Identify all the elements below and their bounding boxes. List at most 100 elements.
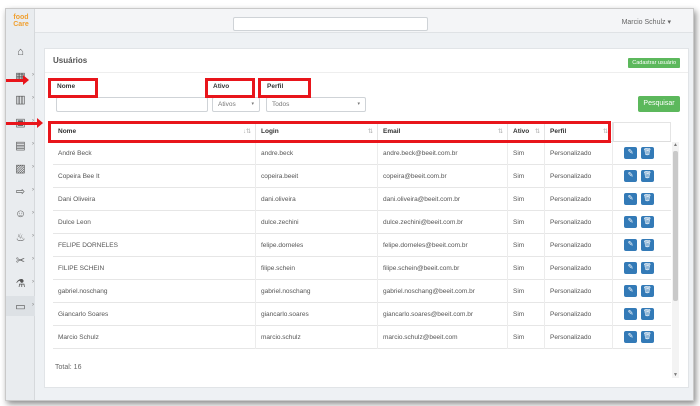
cell-active: Sim	[508, 234, 545, 257]
chevron-right-icon: ›	[32, 279, 34, 285]
sidebar-item-grid[interactable]: ▦ ›	[6, 66, 35, 86]
name-filter-input[interactable]	[56, 97, 208, 112]
users-table: Nome ↓⇅ Login ⇅ Email ⇅ Ativo ⇅ Perfil ⇅ Andr…	[53, 122, 681, 378]
cell-name: FILIPE SCHEIN	[53, 257, 256, 280]
scrollbar-thumb[interactable]	[673, 151, 678, 301]
cell-login: copeira.beeit	[256, 165, 378, 188]
annotation-arrow-filters	[6, 75, 29, 85]
sidebar-item-users[interactable]: ▭ ›	[6, 296, 35, 316]
table-row: Dani Oliveira dani.oliveira dani.oliveira@…	[53, 188, 671, 211]
edit-button[interactable]: ✎	[624, 239, 637, 251]
cell-active: Sim	[508, 165, 545, 188]
delete-button[interactable]: 🗑	[641, 239, 654, 251]
app-window: food Care ⌂ ▦› ▥› ▣› ▤› ▨› ⇨› ☺› ♨› ✂› ⚗…	[5, 8, 694, 401]
cell-profile: Personalizado	[545, 142, 613, 165]
table-row: André Beck andre.beck andre.beck@beeit.com…	[53, 142, 671, 165]
user-menu[interactable]: Marcio Schulz ▾	[622, 18, 671, 26]
edit-button[interactable]: ✎	[624, 331, 637, 343]
scroll-down-icon[interactable]: ▼	[673, 372, 678, 378]
cell-name: gabriel.noschang	[53, 280, 256, 303]
annotation-box-active	[205, 78, 255, 98]
sidebar-item-chart[interactable]: ▨ ›	[6, 158, 35, 178]
global-search-input[interactable]	[233, 17, 428, 31]
edit-button[interactable]: ✎	[624, 216, 637, 228]
scroll-up-icon[interactable]: ▲	[673, 142, 678, 148]
chevron-right-icon: ›	[32, 302, 34, 308]
active-filter-select[interactable]: Ativos ▾	[212, 97, 260, 112]
sidebar-item-pot[interactable]: ♨ ›	[6, 227, 35, 247]
clipboard-icon: ▤	[15, 139, 26, 152]
cell-login: dani.oliveira	[256, 188, 378, 211]
cell-profile: Personalizado	[545, 234, 613, 257]
caret-down-icon: ▾	[251, 101, 254, 107]
delete-button[interactable]: 🗑	[641, 193, 654, 205]
profile-filter-value: Todos	[272, 101, 290, 108]
cell-active: Sim	[508, 257, 545, 280]
flask-icon: ⚗	[15, 277, 26, 290]
sidebar-item-tools[interactable]: ✂ ›	[6, 250, 35, 270]
cell-active: Sim	[508, 326, 545, 349]
edit-button[interactable]: ✎	[624, 193, 637, 205]
cell-login: andre.beck	[256, 142, 378, 165]
cell-email: andre.beck@beeit.com.br	[378, 142, 508, 165]
edit-button[interactable]: ✎	[624, 147, 637, 159]
sidebar-item-export[interactable]: ⇨ ›	[6, 181, 35, 201]
delete-button[interactable]: 🗑	[641, 216, 654, 228]
sidebar-item-home[interactable]: ⌂	[6, 42, 35, 62]
cell-email: gabriel.noschang@beeit.com.br	[378, 280, 508, 303]
cell-profile: Personalizado	[545, 326, 613, 349]
annotation-arrow-table	[6, 118, 43, 128]
table-row: Marcio Schulz marcio.schulz marcio.schulz@…	[53, 326, 671, 349]
cell-profile: Personalizado	[545, 280, 613, 303]
cell-email: marcio.schulz@beeit.com	[378, 326, 508, 349]
sidebar-item-people[interactable]: ☺ ›	[6, 204, 35, 224]
delete-button[interactable]: 🗑	[641, 285, 654, 297]
cell-profile: Personalizado	[545, 188, 613, 211]
add-user-button[interactable]: Cadastrar usuário	[628, 58, 680, 68]
table-row: Copeira Bee It copeira.beeit copeira@beeit…	[53, 165, 671, 188]
cell-name: André Beck	[53, 142, 256, 165]
annotation-box-profile	[258, 78, 311, 98]
delete-button[interactable]: 🗑	[641, 308, 654, 320]
sidebar-item-building[interactable]: ▥ ›	[6, 89, 35, 109]
building-icon: ▥	[15, 93, 26, 106]
sidebar-item-clipboard[interactable]: ▤ ›	[6, 135, 35, 155]
edit-button[interactable]: ✎	[624, 308, 637, 320]
cell-name: Marcio Schulz	[53, 326, 256, 349]
tools-icon: ✂	[15, 254, 26, 267]
delete-button[interactable]: 🗑	[641, 147, 654, 159]
profile-filter-select[interactable]: Todos ▾	[266, 97, 366, 112]
pot-icon: ♨	[15, 231, 26, 244]
delete-button[interactable]: 🗑	[641, 170, 654, 182]
active-filter-value: Ativos	[218, 101, 236, 108]
delete-button[interactable]: 🗑	[641, 331, 654, 343]
total-count: Total: 16	[55, 364, 82, 371]
cell-email: giancarlo.soares@beeit.com.br	[378, 303, 508, 326]
edit-button[interactable]: ✎	[624, 285, 637, 297]
search-button[interactable]: Pesquisar	[638, 96, 680, 112]
cell-active: Sim	[508, 188, 545, 211]
annotation-box-name	[48, 78, 98, 98]
divider	[45, 72, 688, 73]
sidebar-item-flask[interactable]: ⚗ ›	[6, 273, 35, 293]
cell-profile: Personalizado	[545, 211, 613, 234]
chevron-right-icon: ›	[32, 164, 34, 170]
delete-button[interactable]: 🗑	[641, 262, 654, 274]
cell-email: dani.oliveira@beeit.com.br	[378, 188, 508, 211]
table-row: FILIPE SCHEIN filipe.schein filipe.schein@…	[53, 257, 671, 280]
caret-down-icon: ▾	[357, 101, 360, 107]
cell-active: Sim	[508, 280, 545, 303]
column-header-actions	[613, 122, 671, 142]
caret-down-icon: ▾	[667, 19, 671, 26]
cell-login: giancarlo.soares	[256, 303, 378, 326]
table-scrollbar[interactable]: ▲ ▼	[672, 142, 679, 378]
edit-button[interactable]: ✎	[624, 170, 637, 182]
people-icon: ☺	[14, 208, 27, 220]
cell-profile: Personalizado	[545, 257, 613, 280]
edit-button[interactable]: ✎	[624, 262, 637, 274]
chevron-right-icon: ›	[32, 95, 34, 101]
users-panel: Usuários Cadastrar usuário Nome Ativo At…	[44, 48, 689, 388]
table-row: FELIPE DORNELES felipe.dorneles felipe.dor…	[53, 234, 671, 257]
cell-active: Sim	[508, 142, 545, 165]
cell-profile: Personalizado	[545, 303, 613, 326]
